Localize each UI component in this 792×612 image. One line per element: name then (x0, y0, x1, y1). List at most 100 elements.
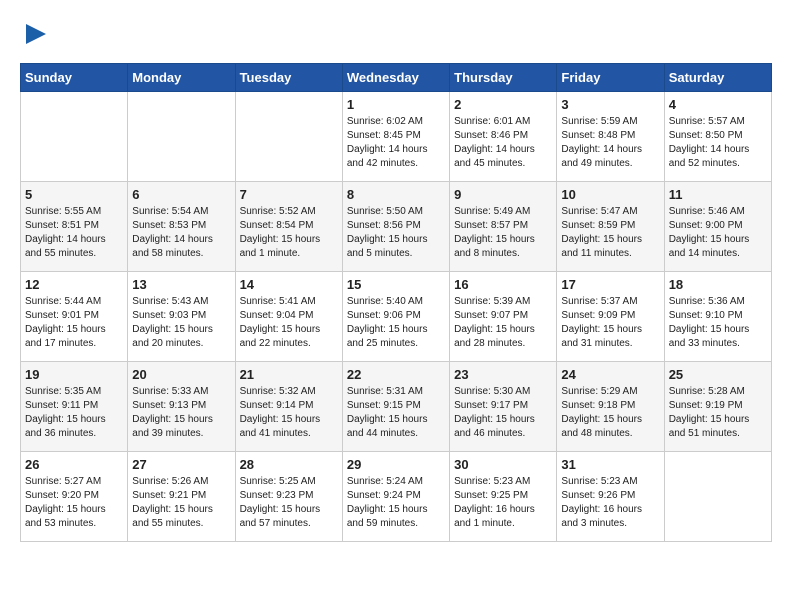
calendar-cell: 3 Sunrise: 5:59 AMSunset: 8:48 PMDaylight… (557, 92, 664, 182)
day-number: 3 (561, 97, 659, 112)
day-info: Sunrise: 5:59 AMSunset: 8:48 PMDaylight:… (561, 115, 659, 171)
calendar-cell: 6 Sunrise: 5:54 AMSunset: 8:53 PMDaylight… (128, 182, 235, 272)
weekday-header-friday: Friday (557, 64, 664, 92)
day-number: 18 (669, 277, 767, 292)
weekday-header-row: SundayMondayTuesdayWednesdayThursdayFrid… (21, 64, 772, 92)
day-number: 28 (240, 457, 338, 472)
day-info: Sunrise: 5:35 AMSunset: 9:11 PMDaylight:… (25, 385, 123, 441)
day-info: Sunrise: 6:02 AMSunset: 8:45 PMDaylight:… (347, 115, 445, 171)
calendar-cell: 10 Sunrise: 5:47 AMSunset: 8:59 PMDayligh… (557, 182, 664, 272)
day-info: Sunrise: 5:25 AMSunset: 9:23 PMDaylight:… (240, 475, 338, 531)
calendar-cell: 23 Sunrise: 5:30 AMSunset: 9:17 PMDayligh… (450, 362, 557, 452)
day-info: Sunrise: 5:40 AMSunset: 9:06 PMDaylight:… (347, 295, 445, 351)
day-number: 4 (669, 97, 767, 112)
weekday-header-saturday: Saturday (664, 64, 771, 92)
day-info: Sunrise: 5:36 AMSunset: 9:10 PMDaylight:… (669, 295, 767, 351)
day-number: 15 (347, 277, 445, 292)
day-info: Sunrise: 5:23 AMSunset: 9:25 PMDaylight:… (454, 475, 552, 531)
day-info: Sunrise: 5:30 AMSunset: 9:17 PMDaylight:… (454, 385, 552, 441)
day-info: Sunrise: 5:43 AMSunset: 9:03 PMDaylight:… (132, 295, 230, 351)
day-info: Sunrise: 5:57 AMSunset: 8:50 PMDaylight:… (669, 115, 767, 171)
day-info: Sunrise: 5:37 AMSunset: 9:09 PMDaylight:… (561, 295, 659, 351)
day-info: Sunrise: 5:31 AMSunset: 9:15 PMDaylight:… (347, 385, 445, 441)
calendar-cell: 14 Sunrise: 5:41 AMSunset: 9:04 PMDayligh… (235, 272, 342, 362)
day-number: 21 (240, 367, 338, 382)
week-row-4: 19 Sunrise: 5:35 AMSunset: 9:11 PMDayligh… (21, 362, 772, 452)
calendar-cell: 24 Sunrise: 5:29 AMSunset: 9:18 PMDayligh… (557, 362, 664, 452)
day-info: Sunrise: 5:47 AMSunset: 8:59 PMDaylight:… (561, 205, 659, 261)
calendar-cell: 29Sunrise: 5:24 AMSunset: 9:24 PMDayligh… (342, 452, 449, 542)
day-info: Sunrise: 5:27 AMSunset: 9:20 PMDaylight:… (25, 475, 123, 531)
day-info: Sunrise: 5:46 AMSunset: 9:00 PMDaylight:… (669, 205, 767, 261)
calendar-cell (235, 92, 342, 182)
day-number: 6 (132, 187, 230, 202)
page-header (20, 20, 772, 53)
week-row-1: 1 Sunrise: 6:02 AMSunset: 8:45 PMDaylight… (21, 92, 772, 182)
day-number: 13 (132, 277, 230, 292)
calendar-cell: 5 Sunrise: 5:55 AMSunset: 8:51 PMDaylight… (21, 182, 128, 272)
calendar-cell: 31 Sunrise: 5:23 AMSunset: 9:26 PMDayligh… (557, 452, 664, 542)
day-info: Sunrise: 5:55 AMSunset: 8:51 PMDaylight:… (25, 205, 123, 261)
day-number: 19 (25, 367, 123, 382)
calendar-cell: 2Sunrise: 6:01 AMSunset: 8:46 PMDaylight… (450, 92, 557, 182)
day-info: Sunrise: 5:26 AMSunset: 9:21 PMDaylight:… (132, 475, 230, 531)
calendar-cell: 17 Sunrise: 5:37 AMSunset: 9:09 PMDayligh… (557, 272, 664, 362)
day-info: Sunrise: 5:49 AMSunset: 8:57 PMDaylight:… (454, 205, 552, 261)
day-number: 1 (347, 97, 445, 112)
day-number: 25 (669, 367, 767, 382)
day-info: Sunrise: 5:32 AMSunset: 9:14 PMDaylight:… (240, 385, 338, 441)
day-info: Sunrise: 5:54 AMSunset: 8:53 PMDaylight:… (132, 205, 230, 261)
calendar-cell: 16 Sunrise: 5:39 AMSunset: 9:07 PMDayligh… (450, 272, 557, 362)
calendar-cell: 28 Sunrise: 5:25 AMSunset: 9:23 PMDayligh… (235, 452, 342, 542)
day-info: Sunrise: 5:44 AMSunset: 9:01 PMDaylight:… (25, 295, 123, 351)
day-number: 5 (25, 187, 123, 202)
day-number: 16 (454, 277, 552, 292)
day-number: 30 (454, 457, 552, 472)
calendar-cell: 25Sunrise: 5:28 AMSunset: 9:19 PMDayligh… (664, 362, 771, 452)
calendar-cell: 7 Sunrise: 5:52 AMSunset: 8:54 PMDaylight… (235, 182, 342, 272)
calendar-cell: 12 Sunrise: 5:44 AMSunset: 9:01 PMDayligh… (21, 272, 128, 362)
calendar-cell: 27 Sunrise: 5:26 AMSunset: 9:21 PMDayligh… (128, 452, 235, 542)
day-number: 12 (25, 277, 123, 292)
calendar-cell (21, 92, 128, 182)
calendar-table: SundayMondayTuesdayWednesdayThursdayFrid… (20, 63, 772, 542)
calendar-cell: 21 Sunrise: 5:32 AMSunset: 9:14 PMDayligh… (235, 362, 342, 452)
calendar-cell: 26 Sunrise: 5:27 AMSunset: 9:20 PMDayligh… (21, 452, 128, 542)
calendar-cell: 19 Sunrise: 5:35 AMSunset: 9:11 PMDayligh… (21, 362, 128, 452)
day-info: Sunrise: 6:01 AMSunset: 8:46 PMDaylight:… (454, 115, 552, 171)
day-number: 17 (561, 277, 659, 292)
day-number: 23 (454, 367, 552, 382)
day-info: Sunrise: 5:23 AMSunset: 9:26 PMDaylight:… (561, 475, 659, 531)
day-number: 20 (132, 367, 230, 382)
calendar-cell (128, 92, 235, 182)
calendar-cell: 30 Sunrise: 5:23 AMSunset: 9:25 PMDayligh… (450, 452, 557, 542)
day-number: 14 (240, 277, 338, 292)
day-number: 22 (347, 367, 445, 382)
day-number: 31 (561, 457, 659, 472)
calendar-cell: 1 Sunrise: 6:02 AMSunset: 8:45 PMDaylight… (342, 92, 449, 182)
day-number: 9 (454, 187, 552, 202)
logo (20, 20, 50, 53)
day-number: 26 (25, 457, 123, 472)
day-info: Sunrise: 5:24 AMSunset: 9:24 PMDaylight:… (347, 475, 445, 531)
day-info: Sunrise: 5:29 AMSunset: 9:18 PMDaylight:… (561, 385, 659, 441)
calendar-cell: 22 Sunrise: 5:31 AMSunset: 9:15 PMDayligh… (342, 362, 449, 452)
calendar-cell: 20 Sunrise: 5:33 AMSunset: 9:13 PMDayligh… (128, 362, 235, 452)
day-info: Sunrise: 5:33 AMSunset: 9:13 PMDaylight:… (132, 385, 230, 441)
weekday-header-wednesday: Wednesday (342, 64, 449, 92)
weekday-header-thursday: Thursday (450, 64, 557, 92)
week-row-5: 26 Sunrise: 5:27 AMSunset: 9:20 PMDayligh… (21, 452, 772, 542)
calendar-cell: 15 Sunrise: 5:40 AMSunset: 9:06 PMDayligh… (342, 272, 449, 362)
day-info: Sunrise: 5:41 AMSunset: 9:04 PMDaylight:… (240, 295, 338, 351)
day-number: 7 (240, 187, 338, 202)
day-number: 10 (561, 187, 659, 202)
day-number: 27 (132, 457, 230, 472)
day-number: 8 (347, 187, 445, 202)
calendar-cell: 13 Sunrise: 5:43 AMSunset: 9:03 PMDayligh… (128, 272, 235, 362)
week-row-3: 12 Sunrise: 5:44 AMSunset: 9:01 PMDayligh… (21, 272, 772, 362)
day-info: Sunrise: 5:50 AMSunset: 8:56 PMDaylight:… (347, 205, 445, 261)
day-info: Sunrise: 5:52 AMSunset: 8:54 PMDaylight:… (240, 205, 338, 261)
day-number: 24 (561, 367, 659, 382)
weekday-header-tuesday: Tuesday (235, 64, 342, 92)
day-info: Sunrise: 5:39 AMSunset: 9:07 PMDaylight:… (454, 295, 552, 351)
